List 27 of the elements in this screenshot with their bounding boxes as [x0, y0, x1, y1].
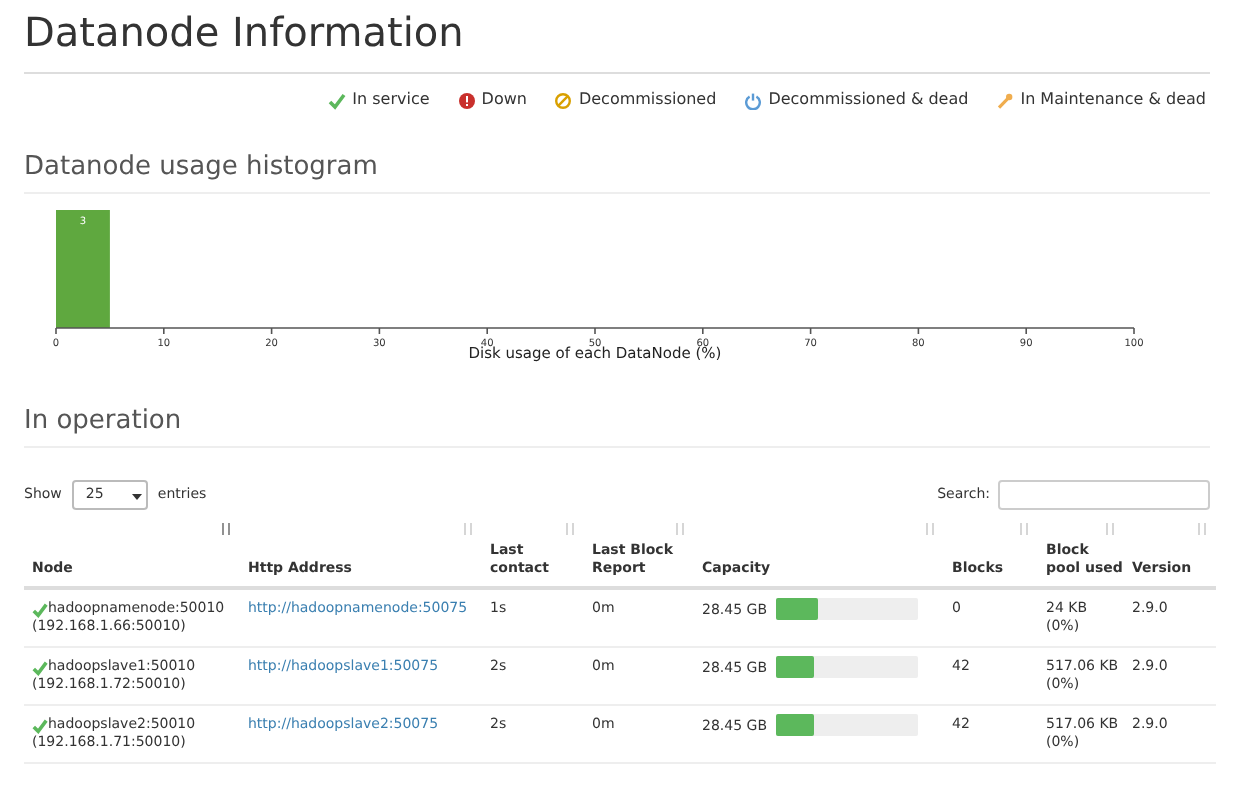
check-icon	[32, 660, 48, 676]
sort-icon[interactable]	[462, 522, 474, 536]
sort-icon[interactable]	[1196, 522, 1208, 536]
alert-icon	[457, 91, 476, 109]
caret-icon	[131, 489, 142, 501]
check-icon	[32, 602, 48, 618]
sort-icon[interactable]	[1018, 522, 1030, 536]
sort-icon[interactable]	[674, 522, 686, 536]
prohibited-icon	[554, 91, 573, 109]
sort-icon[interactable]	[1104, 522, 1116, 536]
histogram-bar	[56, 210, 110, 328]
sort-icon[interactable]	[564, 522, 576, 536]
section-heading: Datanode usage histogram	[24, 152, 378, 184]
check-icon	[328, 91, 347, 109]
sort-icon[interactable]	[924, 522, 936, 536]
section-heading: In operation	[24, 406, 182, 438]
power-icon	[744, 91, 763, 109]
sort-icon[interactable]	[220, 522, 232, 536]
wrench-icon	[996, 91, 1015, 109]
legend-label: Decommissioned & dead	[768, 90, 969, 110]
page-title: Datanode Information	[24, 6, 464, 60]
legend-label: Down	[481, 90, 527, 110]
legend-label: In Maintenance & dead	[1020, 90, 1206, 110]
check-icon	[32, 718, 48, 734]
legend-label: Decommissioned	[578, 90, 717, 110]
legend-label: In service	[352, 90, 430, 110]
search-field[interactable]	[998, 480, 1210, 510]
